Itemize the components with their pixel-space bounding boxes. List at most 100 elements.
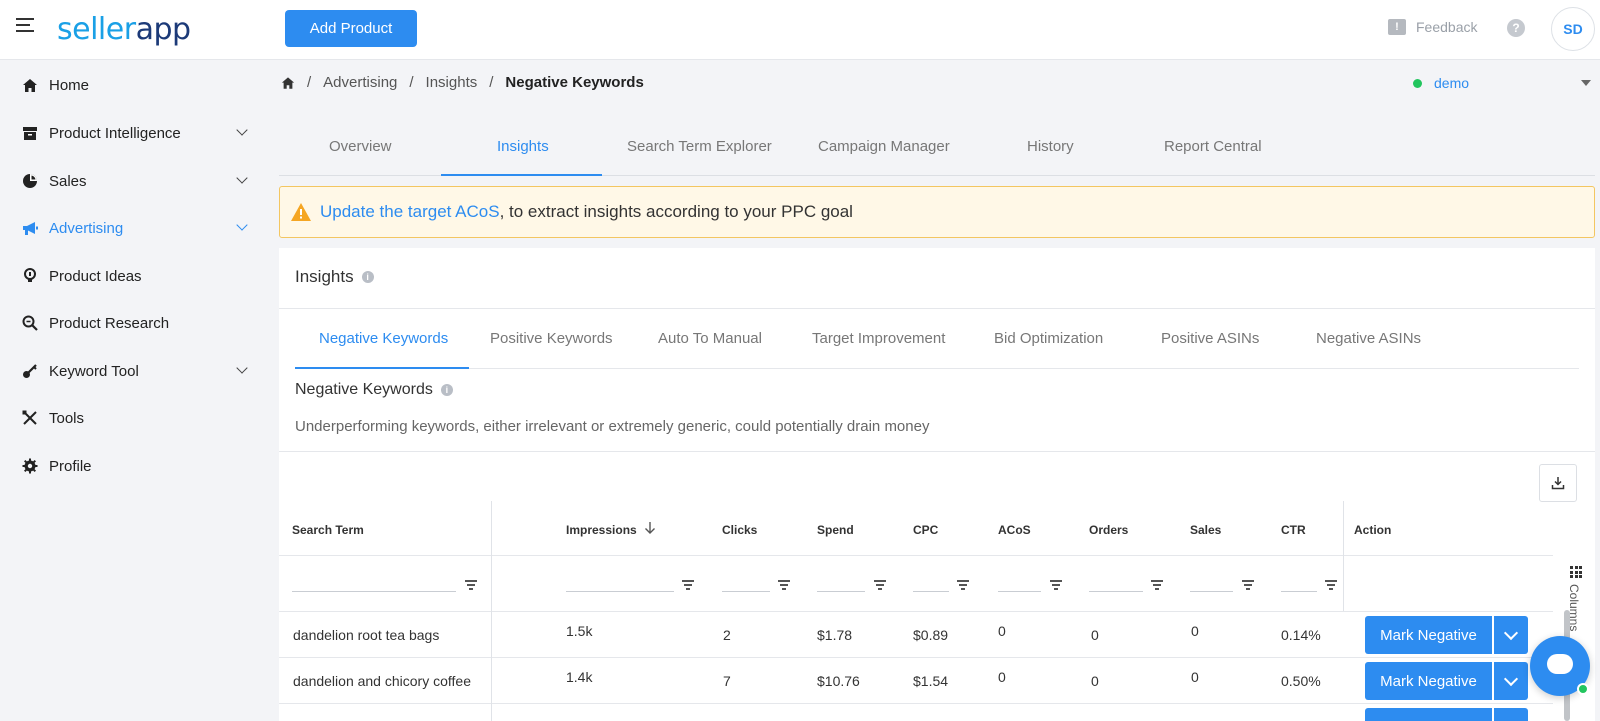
section-title-text: Negative Keywords bbox=[295, 381, 433, 398]
avatar[interactable]: SD bbox=[1551, 7, 1595, 51]
column-header-impressions[interactable]: Impressions bbox=[566, 523, 637, 537]
online-status-dot bbox=[1577, 683, 1589, 695]
sidebar-item-label: Keyword Tool bbox=[49, 362, 139, 380]
panel-title-text: Insights bbox=[295, 267, 354, 286]
help-icon[interactable]: ? bbox=[1507, 19, 1525, 37]
hamburger-menu-icon[interactable] bbox=[16, 18, 34, 34]
search-term-cell: dandelion root tea bags bbox=[293, 627, 440, 643]
tab-insights[interactable]: Insights bbox=[497, 138, 549, 155]
sidebar-item-label: Home bbox=[49, 76, 90, 94]
column-header-acos[interactable]: ACoS bbox=[998, 523, 1031, 537]
columns-panel-toggle[interactable]: Columns bbox=[1567, 566, 1587, 636]
breadcrumb-insights[interactable]: Insights bbox=[426, 74, 478, 91]
clicks-cell: 2 bbox=[723, 627, 731, 643]
tab-auto-to-manual[interactable]: Auto To Manual bbox=[658, 330, 762, 347]
sidebar-item-home[interactable]: Home bbox=[0, 65, 264, 105]
filter-icon[interactable] bbox=[1242, 580, 1254, 590]
impressions-cell: 1.4k bbox=[566, 669, 593, 685]
cpc-cell: $0.89 bbox=[913, 627, 949, 643]
breadcrumb: / Advertising / Insights / Negative Keyw… bbox=[281, 74, 644, 91]
tab-positive-asins[interactable]: Positive ASINs bbox=[1161, 330, 1259, 347]
search-term-filter-input[interactable] bbox=[292, 591, 456, 592]
ctr-cell: 0.50% bbox=[1281, 673, 1321, 689]
orders-filter-input[interactable] bbox=[1089, 591, 1143, 592]
mark-negative-button[interactable]: Mark Negative bbox=[1365, 662, 1492, 700]
sidebar-item-label: Product Research bbox=[49, 314, 170, 332]
sort-arrow-down-icon[interactable] bbox=[644, 521, 656, 535]
tab-negative-keywords[interactable]: Negative Keywords bbox=[319, 330, 448, 347]
panel-title: Insights i bbox=[295, 267, 374, 287]
sidebar-item-keyword-tool[interactable]: Keyword Tool bbox=[0, 351, 264, 391]
mark-negative-button[interactable] bbox=[1365, 708, 1492, 721]
column-header-action: Action bbox=[1354, 523, 1392, 537]
chevron-down-icon bbox=[236, 124, 248, 136]
column-header-cpc[interactable]: CPC bbox=[913, 523, 938, 537]
tab-campaign-manager[interactable]: Campaign Manager bbox=[818, 138, 950, 155]
tab-report-central[interactable]: Report Central bbox=[1164, 138, 1262, 155]
update-acos-link[interactable]: Update the target ACoS bbox=[320, 202, 500, 222]
sidebar-item-product-research[interactable]: Product Research bbox=[0, 303, 264, 343]
logo[interactable]: sellerapp bbox=[57, 12, 191, 47]
sidebar-item-profile[interactable]: Profile bbox=[0, 446, 264, 486]
clicks-filter-input[interactable] bbox=[722, 591, 770, 592]
sidebar-item-product-intelligence[interactable]: Product Intelligence bbox=[0, 113, 264, 153]
filter-icon[interactable] bbox=[682, 580, 694, 590]
download-button[interactable] bbox=[1539, 464, 1577, 502]
acos-filter-input[interactable] bbox=[998, 591, 1041, 592]
chevron-down-icon bbox=[236, 362, 248, 374]
sidebar-item-sales[interactable]: Sales bbox=[0, 161, 264, 201]
acos-cell: 0 bbox=[998, 669, 1006, 685]
pie-chart-icon bbox=[22, 173, 38, 189]
mark-negative-dropdown-button[interactable] bbox=[1494, 616, 1528, 654]
column-header-search-term[interactable]: Search Term bbox=[292, 523, 364, 537]
column-header-spend[interactable]: Spend bbox=[817, 523, 854, 537]
home-icon[interactable] bbox=[281, 76, 295, 90]
sidebar-item-tools[interactable]: Tools bbox=[0, 398, 264, 438]
tab-target-improvement[interactable]: Target Improvement bbox=[812, 330, 945, 347]
filter-icon[interactable] bbox=[465, 580, 477, 590]
breadcrumb-advertising[interactable]: Advertising bbox=[323, 74, 397, 91]
tab-negative-asins[interactable]: Negative ASINs bbox=[1316, 330, 1421, 347]
sales-filter-input[interactable] bbox=[1190, 591, 1233, 592]
filter-icon[interactable] bbox=[1151, 580, 1163, 590]
sales-cell: 0 bbox=[1191, 623, 1199, 639]
account-selector[interactable]: demo bbox=[1413, 75, 1591, 91]
tab-positive-keywords[interactable]: Positive Keywords bbox=[490, 330, 613, 347]
info-icon[interactable]: i bbox=[440, 384, 453, 396]
cpc-cell: $1.54 bbox=[913, 673, 949, 689]
spend-cell: $1.78 bbox=[817, 627, 853, 643]
feedback-button[interactable]: ! Feedback bbox=[1388, 19, 1477, 35]
chat-widget-button[interactable] bbox=[1530, 636, 1590, 696]
sidebar-item-advertising[interactable]: Advertising bbox=[0, 208, 264, 248]
filter-icon[interactable] bbox=[778, 580, 790, 590]
tab-bid-optimization[interactable]: Bid Optimization bbox=[994, 330, 1103, 347]
mark-negative-dropdown-button[interactable] bbox=[1494, 708, 1528, 721]
add-product-button[interactable]: Add Product bbox=[285, 10, 417, 47]
table-header: Search Term Impressions Clicks Spend CPC… bbox=[279, 501, 1553, 556]
filter-icon[interactable] bbox=[874, 580, 886, 590]
column-header-orders[interactable]: Orders bbox=[1089, 523, 1128, 537]
ctr-filter-input[interactable] bbox=[1281, 591, 1317, 592]
column-header-sales[interactable]: Sales bbox=[1190, 523, 1221, 537]
column-header-ctr[interactable]: CTR bbox=[1281, 523, 1306, 537]
sidebar-item-label: Product Ideas bbox=[49, 267, 142, 285]
ctr-cell: 0.14% bbox=[1281, 627, 1321, 643]
filter-icon[interactable] bbox=[1050, 580, 1062, 590]
filter-icon[interactable] bbox=[1325, 580, 1337, 590]
chat-bubble-icon bbox=[1547, 654, 1573, 674]
column-header-clicks[interactable]: Clicks bbox=[722, 523, 757, 537]
megaphone-icon bbox=[22, 220, 38, 236]
cpc-filter-input[interactable] bbox=[913, 591, 949, 592]
tab-search-term-explorer[interactable]: Search Term Explorer bbox=[627, 138, 772, 155]
impressions-filter-input[interactable] bbox=[566, 591, 674, 592]
mark-negative-dropdown-button[interactable] bbox=[1494, 662, 1528, 700]
orders-cell: 0 bbox=[1091, 673, 1099, 689]
logo-text-seller: seller bbox=[57, 12, 136, 47]
info-icon[interactable]: i bbox=[361, 271, 374, 283]
filter-icon[interactable] bbox=[957, 580, 969, 590]
sidebar-item-product-ideas[interactable]: Product Ideas bbox=[0, 256, 264, 296]
tab-overview[interactable]: Overview bbox=[329, 138, 392, 155]
tab-history[interactable]: History bbox=[1027, 138, 1074, 155]
mark-negative-button[interactable]: Mark Negative bbox=[1365, 616, 1492, 654]
spend-filter-input[interactable] bbox=[817, 591, 865, 592]
